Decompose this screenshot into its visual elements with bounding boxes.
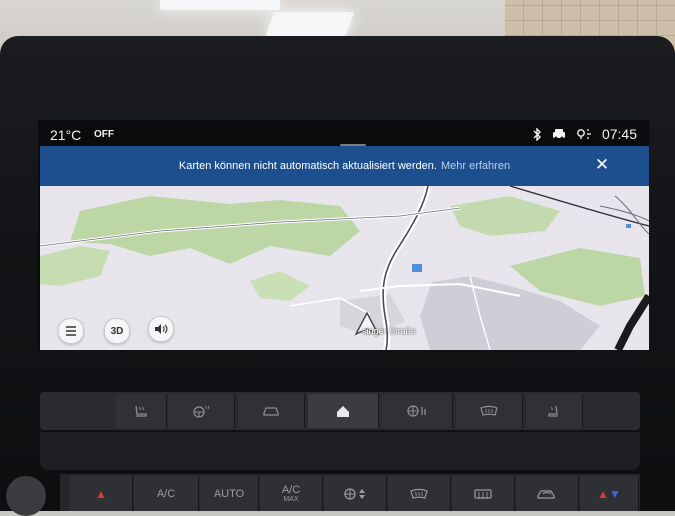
fan-button[interactable] (382, 394, 453, 428)
infotainment-screen: 21°C OFF 07:45 Karten können nicht autom… (38, 120, 649, 350)
temp-down-icon: ▼ (609, 486, 621, 501)
ac-button[interactable]: A/C (134, 476, 199, 511)
windshield-defrost-button[interactable] (456, 394, 523, 428)
seat-heat-icon (548, 405, 558, 417)
location-signal-icon (577, 129, 591, 139)
console-shelf (40, 432, 640, 470)
bluetooth-icon (533, 127, 541, 141)
front-defrost-icon (410, 488, 428, 499)
front-defrost-button[interactable] (388, 476, 451, 511)
ac-max-button[interactable]: A/C MAX (260, 476, 323, 511)
climate-status[interactable]: OFF (94, 129, 114, 140)
volume-knob[interactable] (6, 476, 46, 516)
temp-up-icon: ▲ (597, 486, 609, 501)
ac-max-label: A/C (281, 484, 301, 496)
water-area (626, 224, 631, 228)
heated-seat-icon (135, 405, 147, 417)
car-connection-icon (552, 129, 565, 140)
status-icons: 07:45 (532, 126, 637, 142)
vehicle-button[interactable] (238, 394, 305, 428)
recirculation-icon (537, 489, 555, 499)
fan-speed-icon (344, 487, 365, 500)
heated-seat-button[interactable] (116, 394, 167, 428)
rear-window-defrost-button[interactable] (452, 476, 515, 511)
current-street-label: singer Straße (362, 326, 417, 336)
temp-up-icon: ▲ (95, 486, 107, 501)
seat-heat-button[interactable] (526, 394, 583, 428)
menu-icon (66, 326, 76, 336)
auto-button[interactable]: AUTO (200, 476, 259, 511)
home-icon (337, 405, 349, 417)
clock: 07:45 (601, 126, 637, 142)
ceiling-light (265, 12, 355, 36)
temperature-right-button[interactable]: ▲ ▼ (580, 476, 639, 511)
fan-icon (407, 405, 426, 417)
navigation-map[interactable] (40, 186, 649, 350)
volume-icon (155, 324, 168, 334)
fan-speed-button[interactable] (324, 476, 387, 511)
rear-defrost-icon (480, 405, 498, 416)
volume-button[interactable] (148, 316, 174, 342)
car-icon (263, 407, 279, 416)
water-area (412, 264, 422, 272)
ceiling-light (160, 0, 280, 10)
temperature-left-button[interactable]: ▲ (70, 476, 133, 511)
learn-more-link[interactable]: Mehr erfahren (441, 160, 510, 172)
view-mode-button[interactable]: 3D (104, 318, 130, 344)
rear-window-defrost-icon (474, 488, 492, 499)
status-bar: 21°C OFF 07:45 (38, 120, 649, 146)
ac-max-sublabel: MAX (283, 496, 299, 503)
map-canvas[interactable] (40, 186, 649, 350)
heated-steering-icon (193, 405, 210, 418)
menu-button[interactable] (58, 318, 84, 344)
map-update-banner: Karten können nicht automatisch aktualis… (40, 146, 649, 186)
home-button[interactable] (308, 394, 379, 428)
close-icon[interactable]: ✕ (593, 156, 611, 174)
banner-message: Karten können nicht automatisch aktualis… (178, 160, 437, 172)
air-recirculation-button[interactable] (516, 476, 579, 511)
heated-steering-button[interactable] (168, 394, 235, 428)
status-temperature[interactable]: 21°C (50, 127, 81, 143)
